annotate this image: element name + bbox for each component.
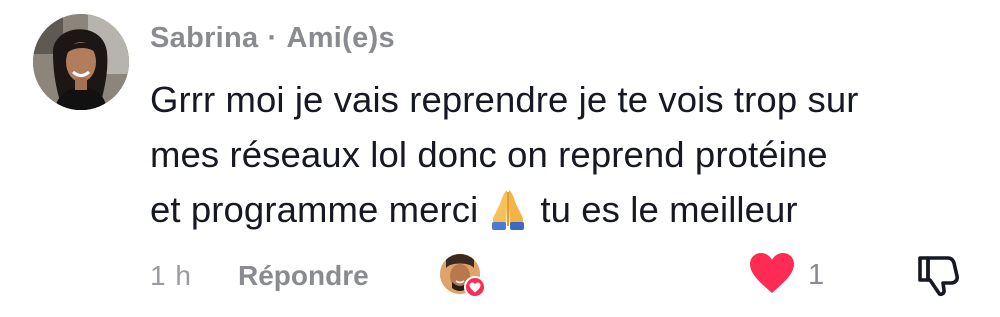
comment-line-3: et programme merci tu es le meilleur	[150, 182, 990, 237]
comment-text: Grrr moi je vais reprendre je te vois tr…	[150, 72, 990, 237]
folded-hands-emoji	[486, 186, 530, 230]
comment-line-2: mes réseaux lol donc on reprend protéine	[150, 134, 828, 175]
comment-actions: 1 h Répondre 1	[150, 252, 970, 298]
comment-line-1: Grrr moi je vais reprendre je te vois tr…	[150, 79, 859, 120]
timestamp: 1 h	[150, 260, 192, 291]
separator-dot: ·	[267, 22, 278, 54]
comment-line-3-start: et programme merci	[150, 189, 479, 230]
avatar[interactable]	[33, 14, 129, 110]
reply-button[interactable]: Répondre	[238, 256, 369, 296]
author-name[interactable]: Sabrina	[150, 22, 258, 54]
like-count: 1	[808, 259, 825, 291]
comment-item: Sabrina · Ami(e)s Grrr moi je vais reprend…	[0, 0, 1000, 317]
heart-icon[interactable]	[748, 251, 796, 300]
comment-line-3-end: tu es le meilleur	[540, 189, 798, 230]
like-button[interactable]: 1	[748, 252, 824, 298]
creator-liked-badge	[440, 252, 486, 298]
comment-header: Sabrina · Ami(e)s	[150, 18, 395, 58]
relation-label: Ami(e)s	[286, 22, 395, 54]
mini-heart-icon	[464, 276, 486, 298]
thumbs-down-icon[interactable]	[914, 250, 962, 298]
